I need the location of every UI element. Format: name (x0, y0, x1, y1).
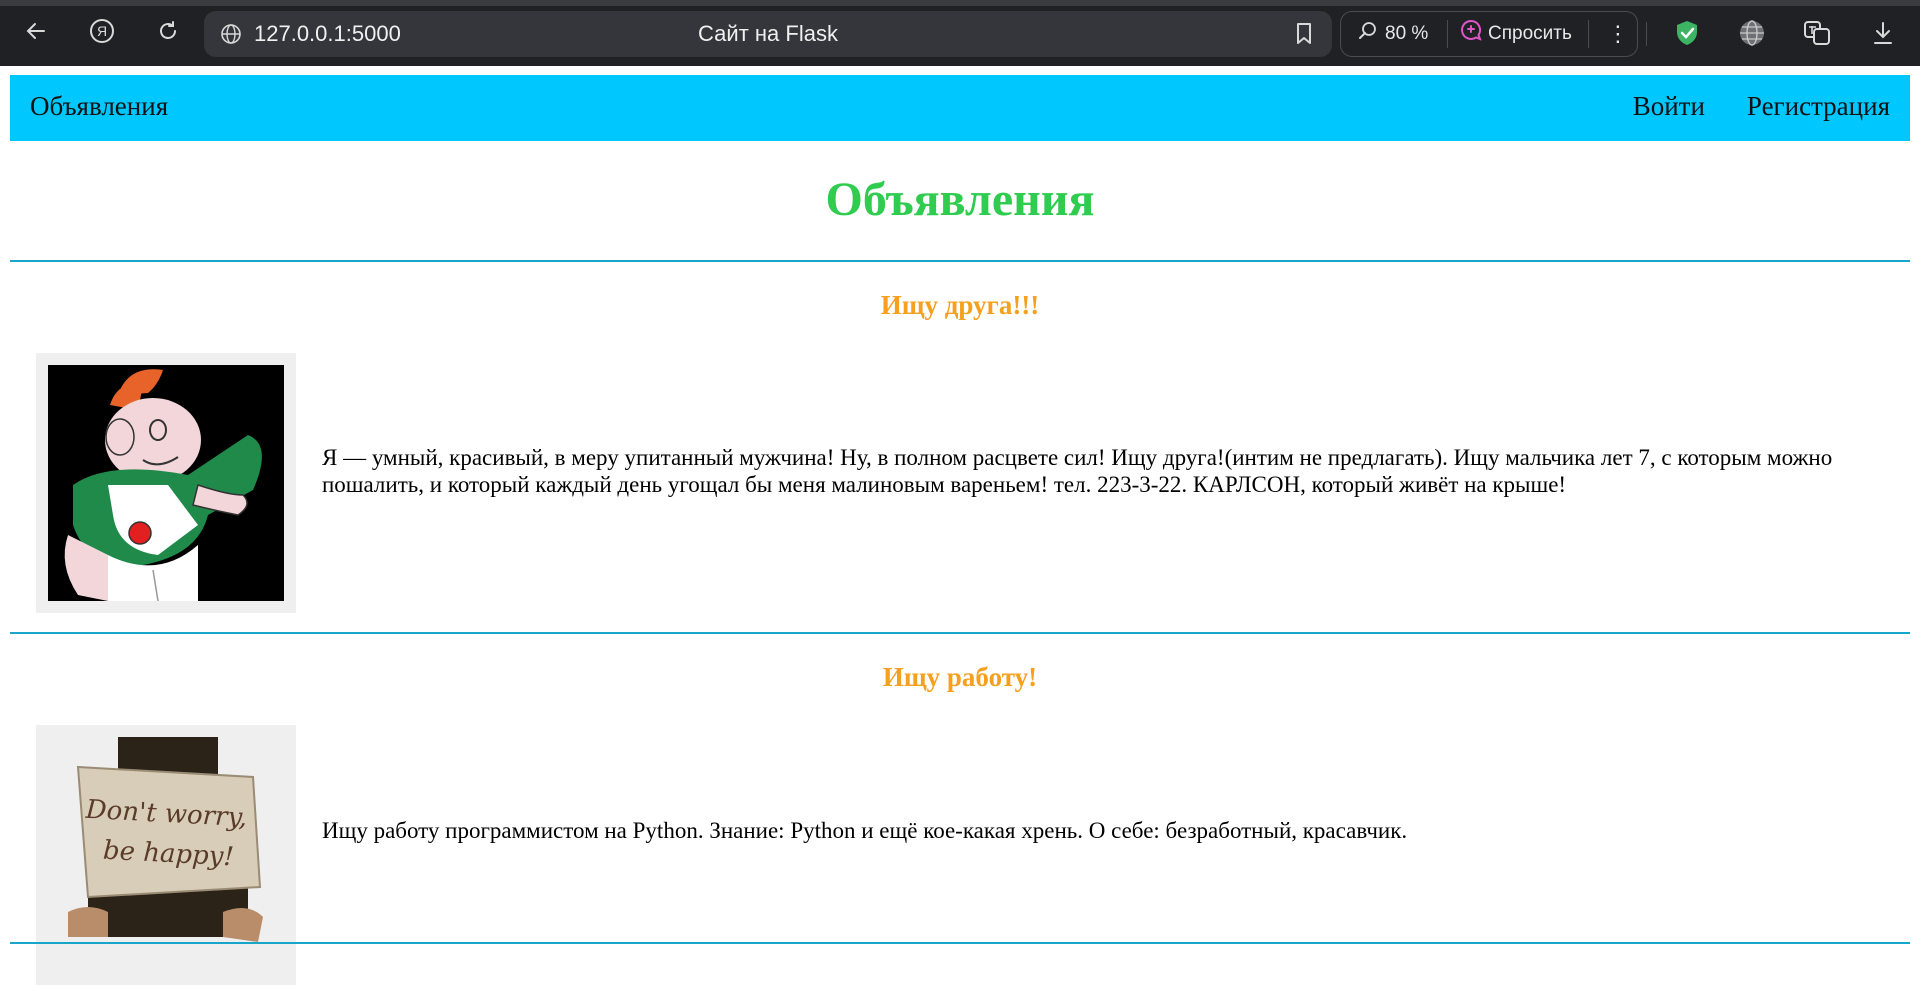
page-title: Объявления (825, 173, 1095, 226)
back-button[interactable] (16, 14, 56, 54)
ad-description: Ищу работу программистом на Python. Знан… (322, 818, 1408, 843)
ad-description: Я — умный, красивый, в меру упитанный му… (322, 445, 1833, 497)
bookmark-icon[interactable] (1290, 20, 1318, 48)
ad-title: Ищу друга!!! (880, 290, 1040, 320)
translate-icon[interactable] (1800, 16, 1834, 50)
login-link[interactable]: Войти (1633, 91, 1705, 122)
shield-check-icon[interactable] (1670, 16, 1704, 50)
ask-alice-icon (1458, 18, 1484, 50)
zoom-indicator[interactable]: 80 % (1357, 20, 1447, 48)
globe-extension-icon[interactable] (1735, 16, 1769, 50)
navbar-auth-links: Войти Регистрация (1633, 91, 1890, 122)
more-vertical-icon[interactable]: ⋮ (1607, 21, 1629, 47)
divider (10, 260, 1910, 262)
ad-image-karlsson (36, 353, 296, 613)
navbar-brand-link[interactable]: Объявления (30, 91, 168, 122)
download-icon[interactable] (1866, 16, 1900, 50)
pill-divider-2 (1587, 20, 1589, 48)
browser-toolbar: Я 127.0.0.1:5000 Сайт на Flask 80 % Спро… (0, 0, 1920, 66)
register-link[interactable]: Регистрация (1747, 91, 1890, 122)
globe-icon (218, 21, 244, 47)
ad-image-happy-sign: Don't worry, be happy! (36, 725, 296, 985)
ad-title: Ищу работу! (882, 662, 1038, 692)
reload-button[interactable] (148, 14, 188, 54)
search-zoom-icon (1357, 20, 1379, 48)
yandex-button[interactable]: Я (82, 14, 122, 54)
toolbar-divider (1646, 22, 1647, 46)
tab-strip (0, 0, 1920, 6)
url-text[interactable]: 127.0.0.1:5000 (254, 21, 401, 47)
svg-text:Я: Я (97, 23, 107, 39)
back-arrow-icon (24, 19, 48, 50)
pill-divider (1447, 20, 1448, 48)
ask-label: Спросить (1488, 23, 1572, 44)
site-navbar: Объявления Войти Регистрация (10, 75, 1910, 141)
ask-button[interactable]: Спросить (1458, 18, 1572, 50)
divider (10, 632, 1910, 634)
zoom-level: 80 % (1385, 23, 1429, 44)
assistant-pill: 80 % Спросить ⋮ (1340, 11, 1638, 57)
reload-icon (156, 19, 180, 50)
divider (10, 942, 1910, 944)
yandex-icon: Я (88, 17, 116, 52)
address-bar[interactable]: 127.0.0.1:5000 Сайт на Flask (204, 11, 1332, 57)
